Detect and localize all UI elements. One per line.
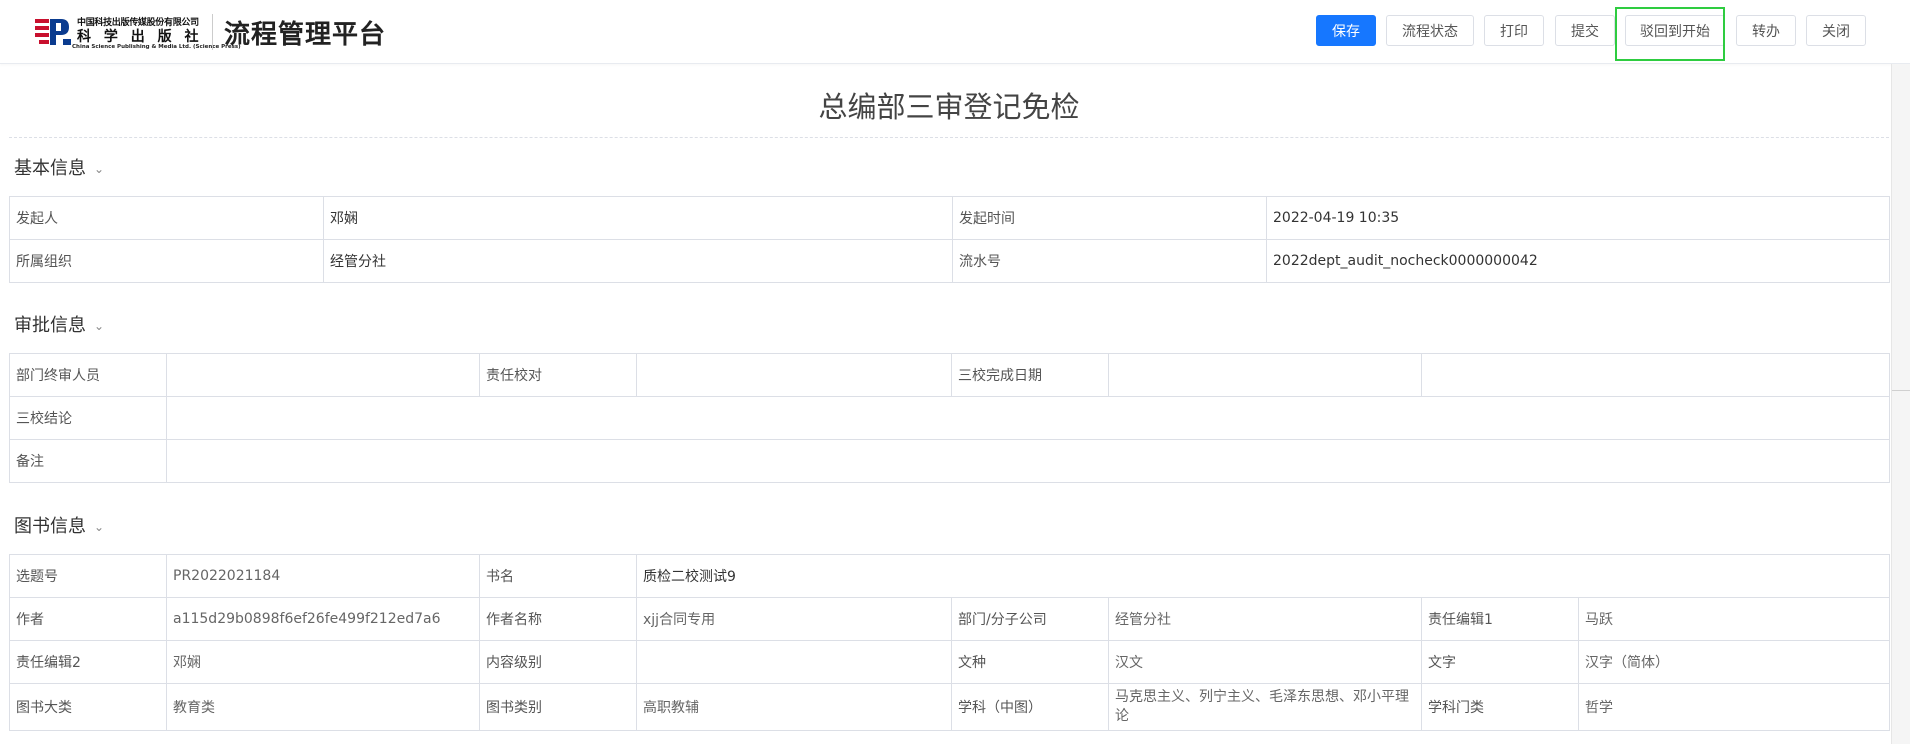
header-divider <box>212 14 213 50</box>
initiator-label: 发起人 <box>9 196 324 240</box>
chevron-down-icon[interactable]: ⌄ <box>94 520 104 534</box>
category-value: 教育类 <box>166 683 480 731</box>
table-row: 备注 <box>9 439 1890 483</box>
script-value: 汉字（简体） <box>1577 640 1891 684</box>
editor2-label: 责任编辑2 <box>9 640 167 684</box>
initiator-value: 邓娴 <box>323 196 953 240</box>
submit-button[interactable]: 提交 <box>1555 15 1615 46</box>
book-type-label: 图书类别 <box>479 683 637 731</box>
flow-status-button[interactable]: 流程状态 <box>1386 15 1474 46</box>
topic-no-value: PR2022021184 <box>166 554 480 598</box>
author-name-label: 作者名称 <box>479 597 637 641</box>
book-info-table: 选题号 PR2022021184 书名 质检二校测试9 作者 a115d29b0… <box>9 554 1891 731</box>
remark-label: 备注 <box>9 439 167 483</box>
final-reviewer-field[interactable] <box>166 353 480 397</box>
editor1-value: 马跃 <box>1577 597 1891 641</box>
final-reviewer-label: 部门终审人员 <box>9 353 167 397</box>
approval-info-table: 部门终审人员 责任校对 三校完成日期 三校结论 备注 <box>9 353 1890 483</box>
table-row: 发起人 邓娴 发起时间 2022-04-19 10:35 <box>9 196 1890 240</box>
section-approval-title: 审批信息 <box>14 315 86 336</box>
table-row: 三校结论 <box>9 396 1890 440</box>
focus-highlight <box>1615 7 1725 61</box>
language-label: 文种 <box>951 640 1109 684</box>
book-title-value: 质检二校测试9 <box>635 554 1891 598</box>
serial-label: 流水号 <box>952 239 1267 283</box>
author-label: 作者 <box>9 597 167 641</box>
logo: 中国科技出版传媒股份有限公司 科 学 出 版 社 China Science P… <box>35 15 241 51</box>
section-book-title: 图书信息 <box>14 516 86 537</box>
remark-field[interactable] <box>166 439 1890 483</box>
third-proof-conclusion-label: 三校结论 <box>9 396 167 440</box>
start-time-value: 2022-04-19 10:35 <box>1266 196 1890 240</box>
section-approval-header[interactable]: 审批信息 ⌄ <box>14 311 104 337</box>
logo-english-name: China Science Publishing & Media Ltd. (S… <box>72 44 241 50</box>
print-button[interactable]: 打印 <box>1484 15 1544 46</box>
close-button[interactable]: 关闭 <box>1806 15 1866 46</box>
table-row: 图书大类 教育类 图书类别 高职教辅 学科（中图） 马克思主义、列宁主义、毛泽东… <box>9 683 1891 731</box>
serial-value: 2022dept_audit_nocheck0000000042 <box>1266 239 1890 283</box>
table-row: 所属组织 经管分社 流水号 2022dept_audit_nocheck0000… <box>9 239 1890 283</box>
table-row: 作者 a115d29b0898f6ef26fe499f212ed7a6 作者名称… <box>9 597 1891 641</box>
table-row: 责任编辑2 邓娴 内容级别 文种 汉文 文字 汉字（简体） <box>9 640 1891 684</box>
title-divider <box>9 137 1889 138</box>
discipline-label: 学科门类 <box>1421 683 1579 731</box>
topic-no-label: 选题号 <box>9 554 167 598</box>
third-proof-date-field[interactable] <box>1108 353 1422 397</box>
app-title: 流程管理平台 <box>224 20 387 50</box>
empty-cell <box>1421 353 1890 397</box>
app-header: 中国科技出版传媒股份有限公司 科 学 出 版 社 China Science P… <box>0 0 1910 64</box>
editor1-label: 责任编辑1 <box>1421 597 1579 641</box>
content-level-value <box>636 640 952 684</box>
chevron-down-icon[interactable]: ⌄ <box>94 162 104 176</box>
basic-info-table: 发起人 邓娴 发起时间 2022-04-19 10:35 所属组织 经管分社 流… <box>9 196 1890 283</box>
category-label: 图书大类 <box>9 683 167 731</box>
book-title-label: 书名 <box>479 554 637 598</box>
content-level-label: 内容级别 <box>479 640 637 684</box>
proofreader-label: 责任校对 <box>479 353 637 397</box>
scrollbar-mark <box>1892 390 1910 391</box>
book-type-value: 高职教辅 <box>636 683 952 731</box>
chevron-down-icon[interactable]: ⌄ <box>94 319 104 333</box>
section-book-header[interactable]: 图书信息 ⌄ <box>14 512 104 538</box>
org-value: 经管分社 <box>323 239 953 283</box>
start-time-label: 发起时间 <box>952 196 1267 240</box>
subject-value: 马克思主义、列宁主义、毛泽东思想、邓小平理论 <box>1108 683 1422 731</box>
editor2-value: 邓娴 <box>166 640 480 684</box>
dept-label: 部门/分子公司 <box>951 597 1109 641</box>
dept-value: 经管分社 <box>1108 597 1422 641</box>
author-value: a115d29b0898f6ef26fe499f212ed7a6 <box>166 597 480 641</box>
table-row: 选题号 PR2022021184 书名 质检二校测试9 <box>9 554 1891 598</box>
author-name-value: xjj合同专用 <box>636 597 952 641</box>
script-label: 文字 <box>1421 640 1579 684</box>
science-press-logo-icon <box>35 19 71 45</box>
discipline-value: 哲学 <box>1577 683 1891 731</box>
subject-label: 学科（中图） <box>951 683 1109 731</box>
section-basic-title: 基本信息 <box>14 158 86 179</box>
section-basic-header[interactable]: 基本信息 ⌄ <box>14 154 104 180</box>
vertical-scrollbar[interactable] <box>1891 64 1910 744</box>
table-row: 部门终审人员 责任校对 三校完成日期 <box>9 353 1890 397</box>
save-button[interactable]: 保存 <box>1316 15 1376 46</box>
third-proof-conclusion-field[interactable] <box>166 396 1890 440</box>
language-value: 汉文 <box>1108 640 1422 684</box>
logo-press-name: 科 学 出 版 社 <box>77 29 203 45</box>
form-title: 总编部三审登记免检 <box>818 90 1080 124</box>
org-label: 所属组织 <box>9 239 324 283</box>
third-proof-date-label: 三校完成日期 <box>951 353 1109 397</box>
transfer-button[interactable]: 转办 <box>1736 15 1796 46</box>
proofreader-field[interactable] <box>636 353 952 397</box>
